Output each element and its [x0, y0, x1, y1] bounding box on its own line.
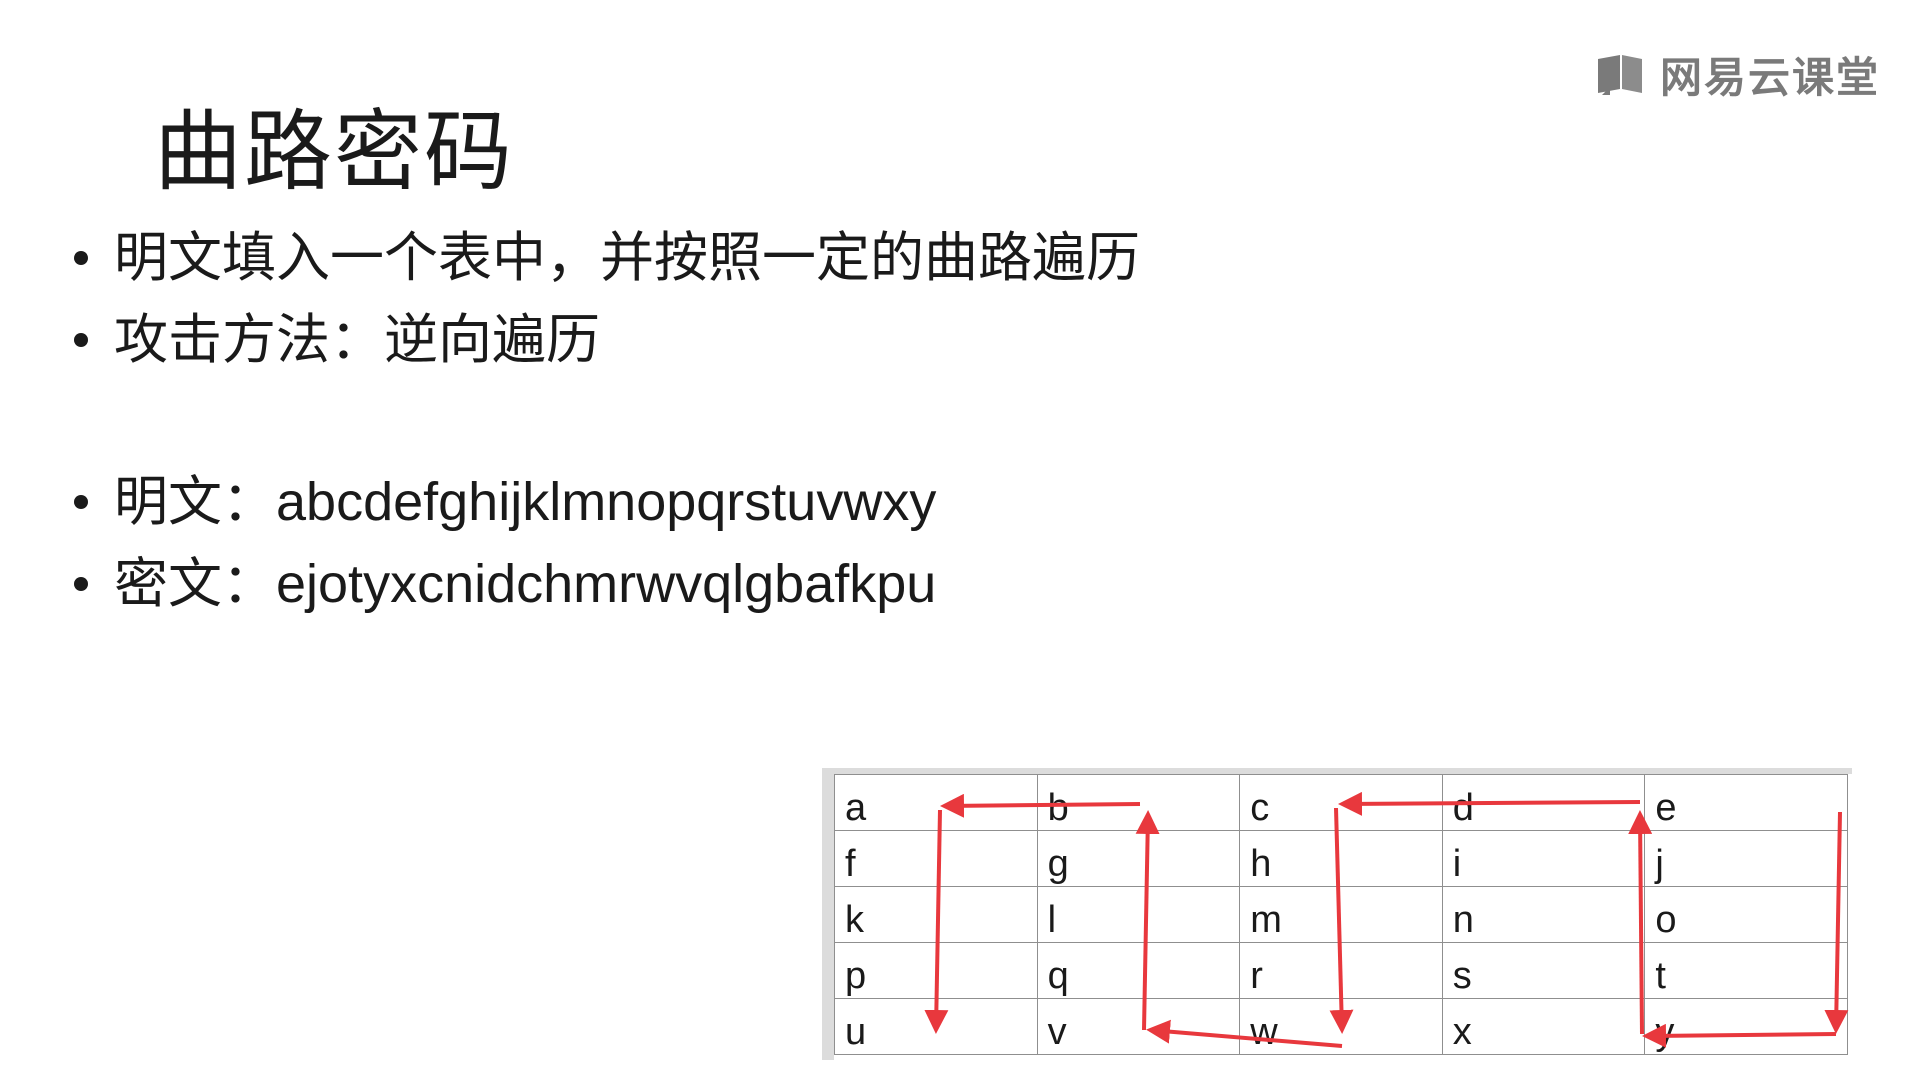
- grid-row: k l m n o: [834, 886, 1848, 943]
- grid-cell: r: [1239, 942, 1443, 999]
- grid-cell: f: [834, 830, 1038, 887]
- brand-logo: 网易云课堂: [1596, 44, 1880, 105]
- grid-cell: c: [1239, 774, 1443, 831]
- grid-cell: k: [834, 886, 1038, 943]
- grid-cell: u: [834, 998, 1038, 1055]
- bullet-text: 明文填入一个表中，并按照一定的曲路遍历: [114, 226, 1140, 289]
- grid-cell: e: [1644, 774, 1848, 831]
- grid-cell: d: [1441, 774, 1646, 831]
- grid-cell: y: [1644, 998, 1848, 1055]
- grid-cell: j: [1644, 830, 1848, 887]
- grid-cell: t: [1644, 942, 1848, 999]
- grid-cell: x: [1441, 998, 1646, 1055]
- bullet-dot: [74, 577, 88, 591]
- bullet-item-ciphertext: 密文： ejotyxcnidchmrwvqlgbafkpu: [74, 552, 936, 616]
- ciphertext-label: 密文：: [114, 552, 276, 615]
- plaintext-label: 明文：: [114, 470, 276, 533]
- bullet-dot: [74, 251, 88, 265]
- grid-row: a b c d e: [834, 774, 1848, 831]
- book-icon: [1598, 54, 1642, 95]
- bullet-item: 攻击方法：逆向遍历: [74, 308, 600, 372]
- grid-row: p q r s t: [834, 942, 1848, 999]
- ciphertext-value: ejotyxcnidchmrwvqlgbafkpu: [276, 554, 937, 614]
- letter-grid-table: a b c d e f g h i j k l m n o p q r s t …: [834, 774, 1848, 1055]
- bullet-dot: [74, 495, 88, 509]
- bullet-dot: [74, 333, 88, 347]
- grid-cell: a: [834, 774, 1038, 831]
- grid-cell: o: [1644, 886, 1848, 943]
- grid-cell: p: [834, 942, 1038, 999]
- grid-cell: b: [1036, 774, 1241, 831]
- slide-title: 曲路密码: [154, 100, 515, 203]
- grid-cell: n: [1441, 886, 1646, 943]
- grid-cell: g: [1036, 830, 1241, 887]
- grid-cell: w: [1239, 998, 1443, 1055]
- bullet-item: 明文填入一个表中，并按照一定的曲路遍历: [74, 226, 1140, 290]
- grid-cell: i: [1441, 830, 1646, 887]
- grid-cell: q: [1036, 942, 1241, 999]
- grid-cell: l: [1036, 886, 1241, 943]
- bullet-item-plaintext: 明文： abcdefghijklmnopqrstuvwxy: [74, 470, 936, 534]
- grid-cell: h: [1239, 830, 1443, 887]
- brand-name: 网易云课堂: [1660, 53, 1881, 102]
- grid-row: f g h i j: [834, 830, 1848, 887]
- grid-cell: m: [1239, 886, 1443, 943]
- grid-cell: s: [1441, 942, 1646, 999]
- grid-cell: v: [1036, 998, 1241, 1055]
- sheet-row-header: [822, 768, 834, 1060]
- bullet-text: 攻击方法：逆向遍历: [114, 308, 600, 371]
- grid-row: u v w x y: [834, 998, 1848, 1055]
- plaintext-value: abcdefghijklmnopqrstuvwxy: [276, 472, 937, 532]
- route-grid: a b c d e f g h i j k l m n o p q r s t …: [822, 768, 1852, 1060]
